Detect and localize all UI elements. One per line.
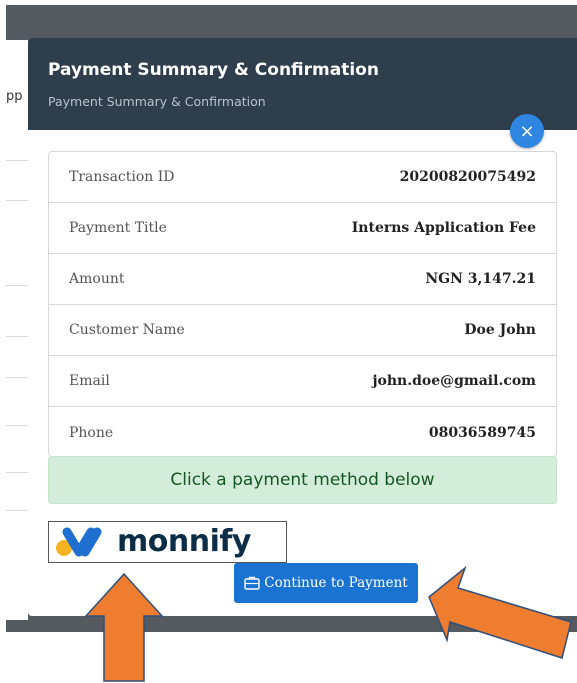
info-text: Click a payment method below — [170, 470, 435, 490]
background-divider — [6, 200, 28, 201]
modal-title: Payment Summary & Confirmation — [48, 60, 379, 80]
detail-row-email: Email john.doe@gmail.com — [49, 356, 556, 407]
modal-subtitle: Payment Summary & Confirmation — [48, 94, 266, 109]
left-arrow-annotation-icon — [428, 565, 572, 659]
continue-to-payment-button[interactable]: Continue to Payment — [234, 563, 418, 603]
briefcase-icon — [244, 576, 260, 590]
modal-header: Payment Summary & Confirmation Payment S… — [28, 38, 577, 130]
detail-label: Payment Title — [69, 220, 167, 236]
background-divider — [6, 510, 28, 511]
detail-row-amount: Amount NGN 3,147.21 — [49, 254, 556, 305]
detail-value: Doe John — [464, 322, 536, 338]
background-divider — [6, 285, 28, 286]
detail-value: Interns Application Fee — [351, 220, 536, 236]
close-icon: × — [519, 120, 535, 142]
detail-row-phone: Phone 08036589745 — [49, 407, 556, 458]
background-divider — [6, 472, 28, 473]
detail-row-customer-name: Customer Name Doe John — [49, 305, 556, 356]
detail-value: 08036589745 — [428, 424, 536, 441]
detail-label: Transaction ID — [69, 169, 175, 185]
detail-label: Phone — [69, 424, 114, 441]
background-divider — [6, 336, 28, 337]
background-page-fragment: pp — [6, 40, 28, 620]
background-divider — [6, 160, 28, 161]
detail-value: NGN 3,147.21 — [425, 271, 536, 287]
continue-button-label: Continue to Payment — [264, 575, 408, 591]
detail-label: Email — [69, 373, 110, 389]
detail-value: john.doe@gmail.com — [372, 373, 536, 389]
background-divider — [6, 425, 28, 426]
payment-method-info-alert: Click a payment method below — [48, 456, 557, 504]
detail-value: 20200820075492 — [399, 169, 536, 185]
close-button[interactable]: × — [510, 114, 544, 148]
background-divider — [6, 377, 28, 378]
detail-label: Amount — [69, 271, 125, 287]
monnify-wordmark: monnify — [117, 524, 251, 559]
detail-row-transaction-id: Transaction ID 20200820075492 — [49, 152, 556, 203]
detail-label: Customer Name — [69, 322, 185, 338]
monnify-payment-option[interactable]: monnify — [48, 521, 287, 563]
detail-row-payment-title: Payment Title Interns Application Fee — [49, 203, 556, 254]
payment-summary-modal: Payment Summary & Confirmation Payment S… — [28, 38, 577, 616]
payment-details-table: Transaction ID 20200820075492 Payment Ti… — [48, 151, 557, 457]
up-arrow-annotation-icon — [84, 572, 164, 682]
background-text-fragment: pp — [6, 89, 23, 104]
monnify-logo-icon — [56, 527, 102, 557]
